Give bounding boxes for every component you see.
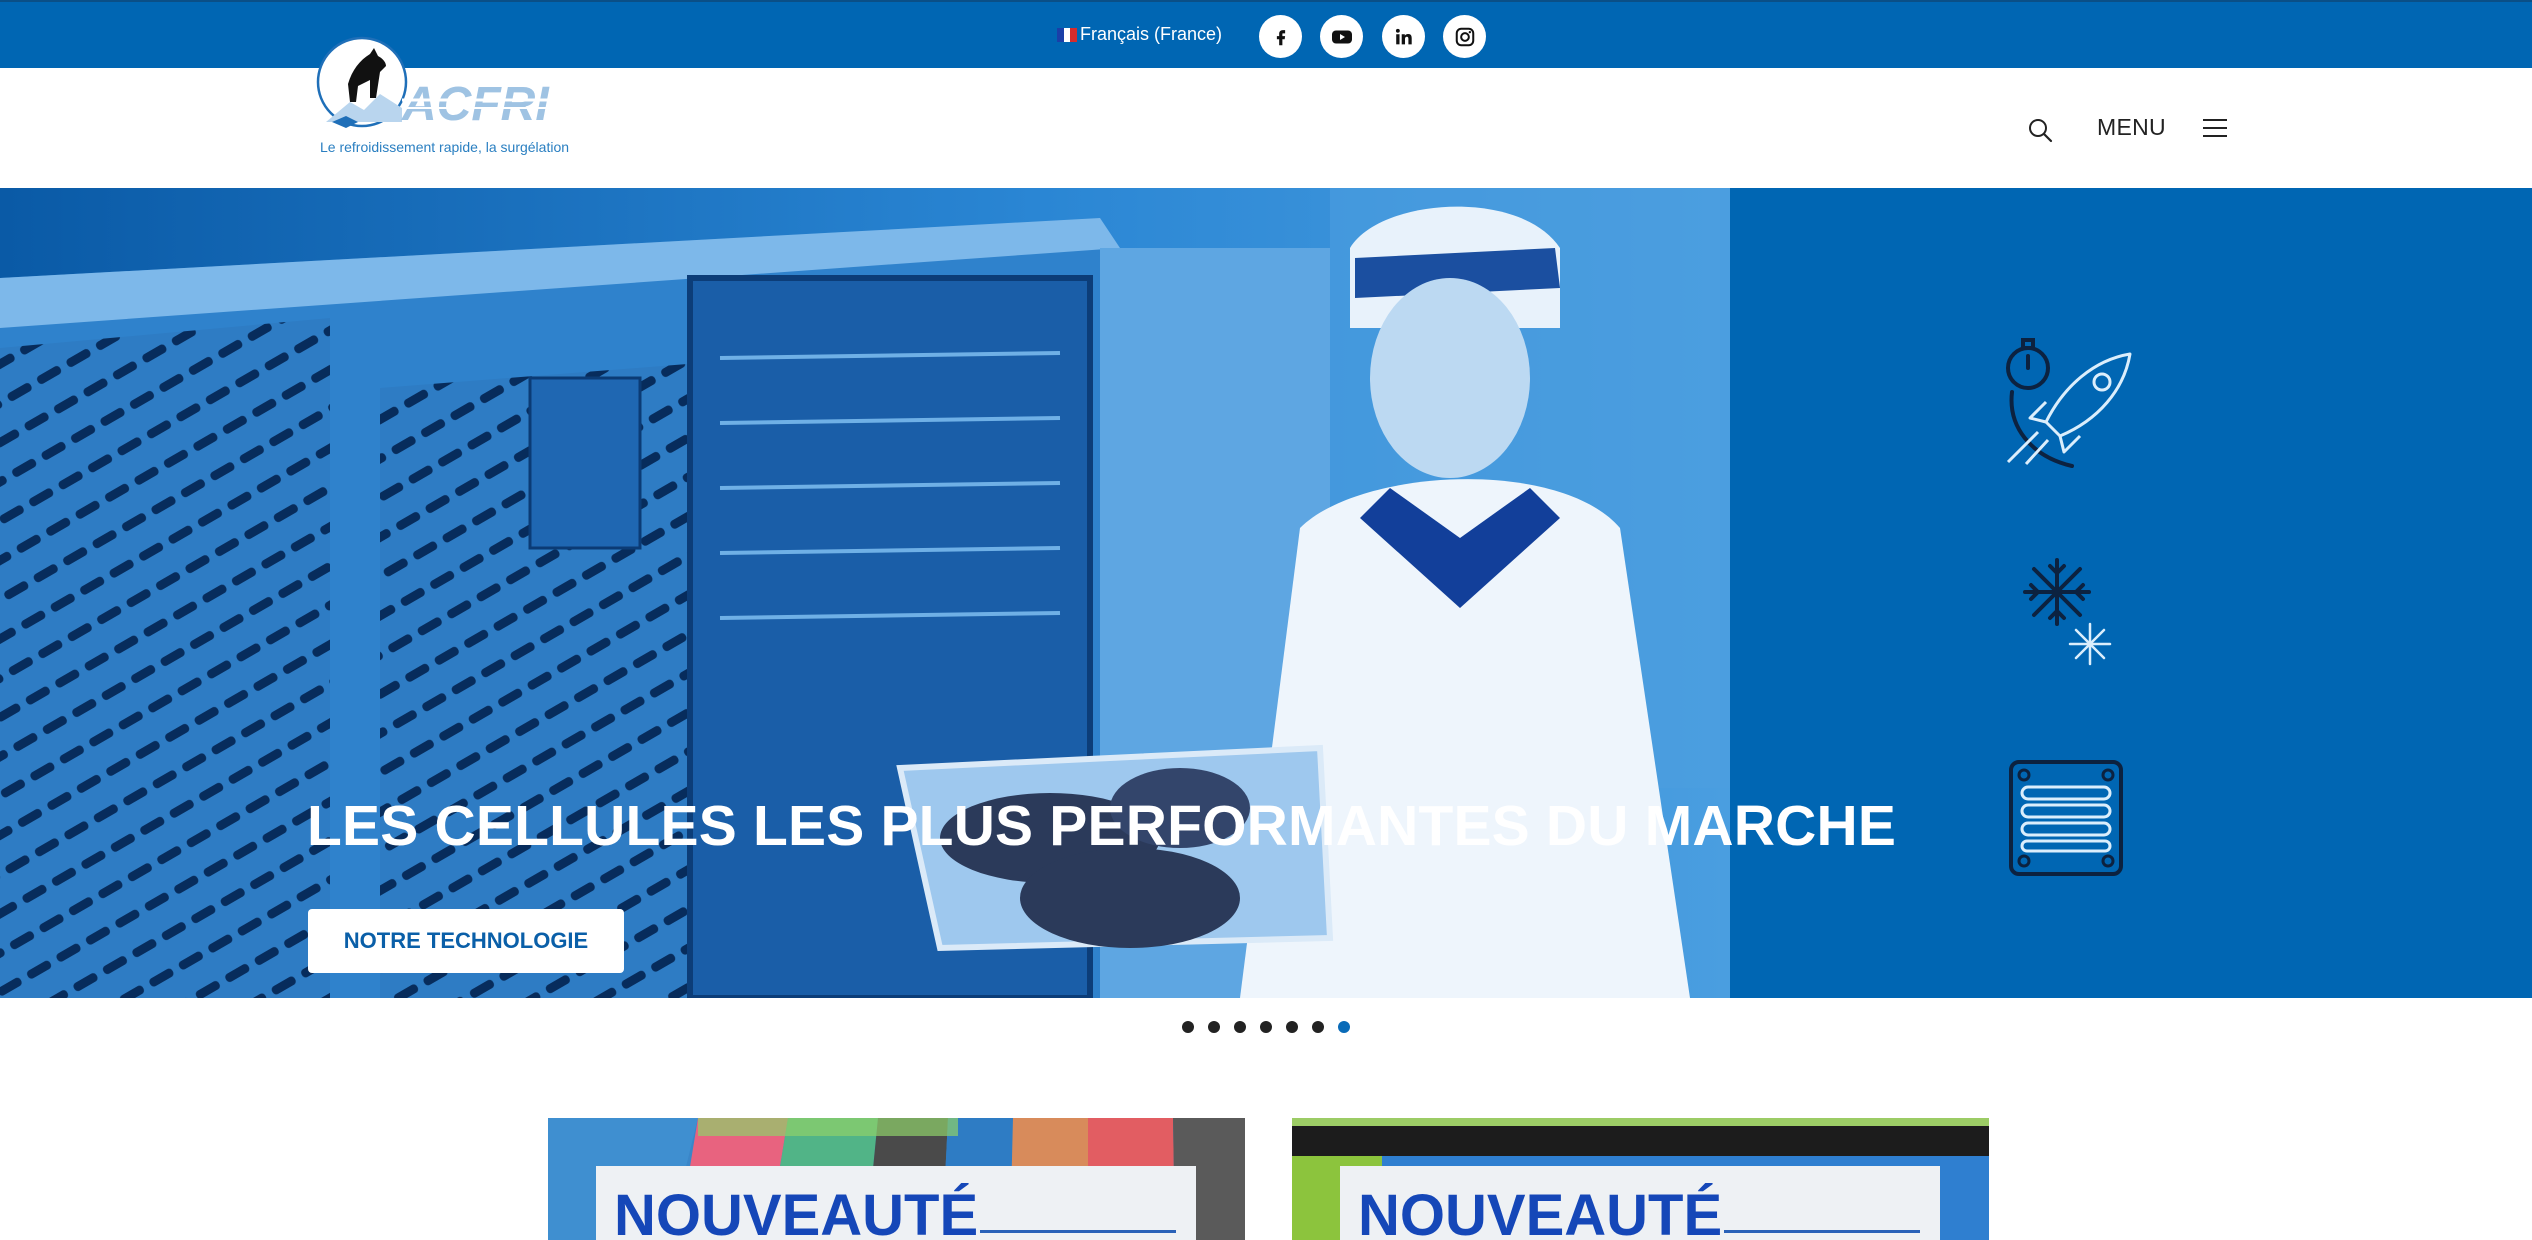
news-card-badge: NOUVEAUTÉ bbox=[614, 1183, 979, 1240]
news-card-banner: NOUVEAUTÉ bbox=[596, 1166, 1196, 1240]
news-card-badge: NOUVEAUTÉ bbox=[1358, 1183, 1723, 1240]
facebook-icon bbox=[1276, 29, 1285, 45]
slide-dot-active[interactable] bbox=[1338, 1021, 1350, 1033]
hero-title: LES CELLULES LES PLUS PERFORMANTES DU MA… bbox=[307, 794, 1897, 858]
hero-photo bbox=[0, 188, 1730, 998]
french-flag-icon bbox=[1057, 27, 1078, 42]
rocket-stopwatch-icon bbox=[2006, 338, 2132, 468]
slider-pagination bbox=[1182, 1021, 1350, 1033]
logo-text: ACFRI bbox=[401, 78, 550, 131]
linkedin-link[interactable] bbox=[1382, 15, 1425, 58]
youtube-link[interactable] bbox=[1320, 15, 1363, 58]
linkedin-icon bbox=[1395, 28, 1412, 44]
language-selector[interactable]: Français (France) bbox=[1057, 24, 1222, 45]
youtube-icon bbox=[1331, 30, 1352, 43]
slide-dot[interactable] bbox=[1260, 1021, 1272, 1033]
logo-tagline: Le refroidissement rapide, la surgélatio… bbox=[320, 139, 570, 155]
badge-underline bbox=[1724, 1230, 1920, 1233]
slide-dot[interactable] bbox=[1286, 1021, 1298, 1033]
instagram-icon bbox=[1455, 27, 1474, 46]
hamburger-icon[interactable] bbox=[2203, 116, 2229, 140]
language-label: Français (France) bbox=[1080, 24, 1223, 44]
slide-dot[interactable] bbox=[1312, 1021, 1324, 1033]
news-card[interactable]: NOUVEAUTÉ bbox=[1292, 1118, 1989, 1240]
facebook-link[interactable] bbox=[1259, 15, 1302, 58]
badge-underline bbox=[980, 1230, 1176, 1233]
slide-dot[interactable] bbox=[1234, 1021, 1246, 1033]
news-card[interactable]: NOUVEAUTÉ bbox=[548, 1118, 1245, 1240]
search-icon bbox=[2029, 119, 2053, 143]
news-card-banner: NOUVEAUTÉ bbox=[1340, 1166, 1940, 1240]
slide-dot[interactable] bbox=[1208, 1021, 1220, 1033]
menu-button-label[interactable]: MENU bbox=[2097, 114, 2166, 141]
search-button[interactable] bbox=[2026, 116, 2054, 144]
slide-dot[interactable] bbox=[1182, 1021, 1194, 1033]
snowflake-icon bbox=[2023, 558, 2112, 666]
ventilation-grille-icon bbox=[2009, 760, 2123, 876]
our-technology-button[interactable]: NOTRE TECHNOLOGIE bbox=[308, 909, 624, 973]
hero-slider: LES CELLULES LES PLUS PERFORMANTES DU MA… bbox=[0, 188, 2532, 998]
instagram-link[interactable] bbox=[1443, 15, 1486, 58]
